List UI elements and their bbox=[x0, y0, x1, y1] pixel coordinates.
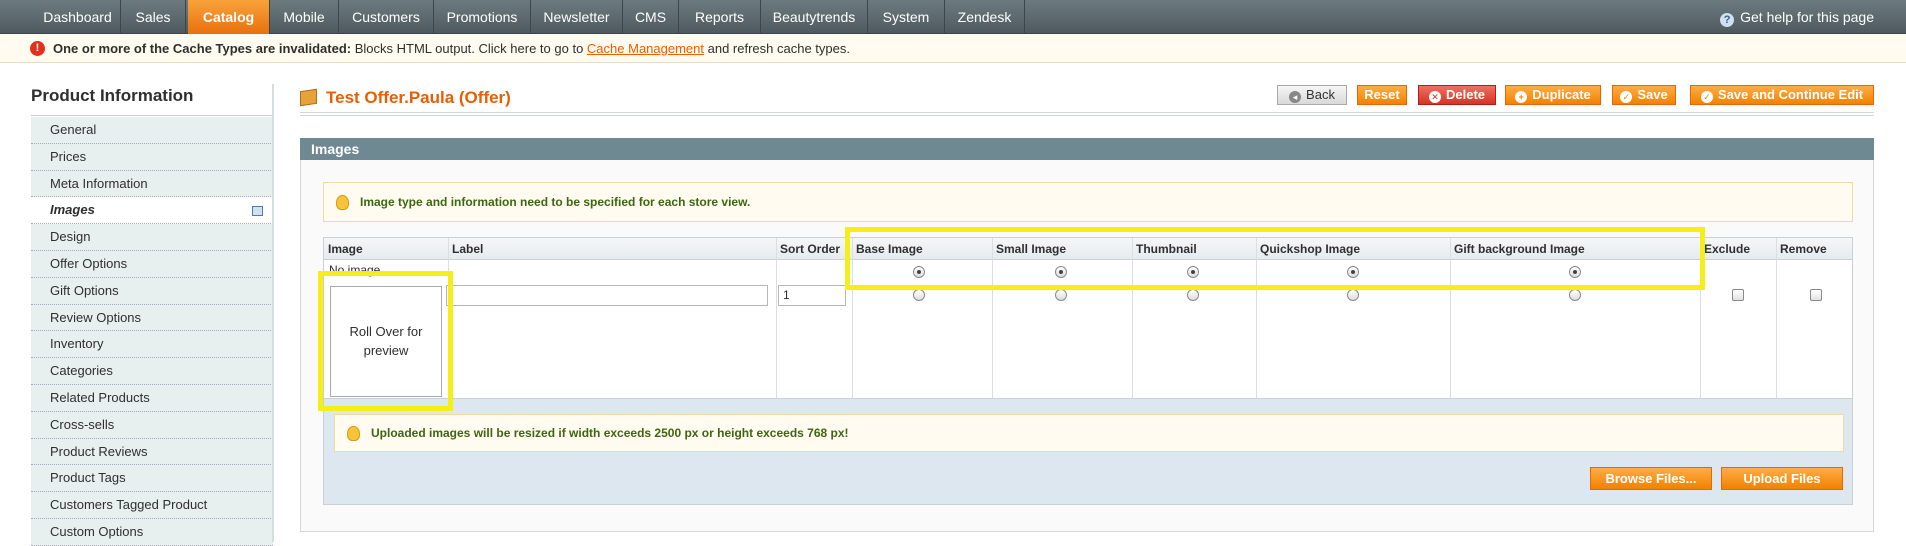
changed-icon bbox=[252, 206, 263, 217]
tab-general[interactable]: General bbox=[31, 117, 273, 144]
image-quickshop-radio[interactable] bbox=[1347, 289, 1359, 301]
tab-related-products[interactable]: Related Products bbox=[31, 384, 273, 412]
nav-catalog[interactable]: Catalog bbox=[188, 0, 270, 34]
uploader-panel: Uploaded images will be resized if width… bbox=[323, 399, 1853, 505]
save-label: Save bbox=[1637, 87, 1668, 102]
tab-cross-sells[interactable]: Cross-sells bbox=[31, 411, 273, 439]
reset-button[interactable]: Reset bbox=[1357, 85, 1407, 105]
upload-files-button[interactable]: Upload Files bbox=[1721, 467, 1843, 490]
image-label-input[interactable] bbox=[446, 285, 768, 306]
column-divider bbox=[776, 238, 777, 398]
check-icon: ✓ bbox=[1620, 91, 1633, 103]
cache-management-link[interactable]: Cache Management bbox=[587, 41, 704, 56]
tab-images-label: Images bbox=[50, 202, 95, 218]
notice-text: Image type and information need to be sp… bbox=[360, 195, 751, 209]
duplicate-button[interactable]: + Duplicate bbox=[1505, 85, 1601, 105]
product-box-icon bbox=[300, 88, 317, 107]
help-label: Get help for this page bbox=[1740, 9, 1874, 25]
image-gift-radio[interactable] bbox=[1569, 289, 1581, 301]
col-sort-order: Sort Order bbox=[776, 238, 852, 260]
section-header: Images bbox=[300, 138, 1874, 160]
browse-files-button[interactable]: Browse Files... bbox=[1590, 467, 1712, 490]
column-divider bbox=[1776, 238, 1777, 398]
col-exclude: Exclude bbox=[1700, 238, 1776, 260]
nav-sales[interactable]: Sales bbox=[121, 0, 186, 34]
nav-customers[interactable]: Customers bbox=[339, 0, 434, 34]
error-icon: ! bbox=[30, 41, 45, 56]
nav-promotions[interactable]: Promotions bbox=[434, 0, 531, 34]
nav-cms[interactable]: CMS bbox=[623, 0, 679, 34]
back-button[interactable]: ◂ Back bbox=[1277, 85, 1347, 105]
system-message: ! One or more of the Cache Types are inv… bbox=[0, 34, 1906, 63]
delete-button[interactable]: ✕ Delete bbox=[1418, 85, 1496, 105]
tab-images[interactable]: Images bbox=[31, 197, 273, 225]
store-view-notice: Image type and information need to be sp… bbox=[323, 182, 1853, 222]
sidebar-edge bbox=[272, 84, 274, 542]
sort-order-input[interactable]: 1 bbox=[778, 285, 846, 306]
header-divider bbox=[300, 112, 1874, 116]
lightbulb-icon bbox=[347, 426, 360, 441]
tab-product-reviews[interactable]: Product Reviews bbox=[31, 438, 273, 466]
tab-offer-options[interactable]: Offer Options bbox=[31, 250, 273, 278]
col-image: Image bbox=[324, 238, 448, 260]
lightbulb-icon bbox=[336, 195, 349, 210]
nav-beautytrends[interactable]: Beautytrends bbox=[761, 0, 868, 34]
help-icon: ? bbox=[1720, 13, 1735, 27]
tab-customers-tagged-product[interactable]: Customers Tagged Product bbox=[31, 492, 273, 519]
radio-highlight-box bbox=[845, 227, 1705, 290]
exclude-checkbox[interactable] bbox=[1732, 289, 1744, 301]
save-button[interactable]: ✓ Save bbox=[1612, 85, 1676, 105]
save-continue-label: Save and Continue Edit bbox=[1717, 87, 1864, 102]
nav-zendesk[interactable]: Zendesk bbox=[945, 0, 1025, 34]
col-label: Label bbox=[448, 238, 776, 260]
page-title: Test Offer.Paula (Offer) bbox=[326, 88, 511, 107]
delete-label: Delete bbox=[1445, 87, 1486, 102]
tab-review-options[interactable]: Review Options bbox=[31, 304, 273, 332]
image-thumbnail-radio[interactable] bbox=[1187, 289, 1199, 301]
resize-notice-text: Uploaded images will be resized if width… bbox=[371, 426, 849, 440]
tab-product-tags[interactable]: Product Tags bbox=[31, 465, 273, 493]
save-continue-button[interactable]: ✓ Save and Continue Edit bbox=[1690, 85, 1874, 105]
message-tail: and refresh cache types. bbox=[704, 41, 850, 56]
duplicate-label: Duplicate bbox=[1532, 87, 1591, 102]
message-body: Blocks HTML output. Click here to go to bbox=[351, 41, 587, 56]
tab-categories[interactable]: Categories bbox=[31, 358, 273, 385]
back-label: Back bbox=[1306, 87, 1335, 102]
nav-mobile[interactable]: Mobile bbox=[270, 0, 339, 34]
sidebar-divider bbox=[31, 115, 273, 116]
sidebar-tabs: General Prices Meta Information Images D… bbox=[31, 117, 273, 546]
delete-icon: ✕ bbox=[1428, 91, 1441, 103]
tab-design[interactable]: Design bbox=[31, 224, 273, 251]
nav-dashboard[interactable]: Dashboard bbox=[35, 0, 121, 34]
check-icon: ✓ bbox=[1700, 91, 1713, 103]
plus-icon: + bbox=[1515, 91, 1528, 103]
top-navigation: Dashboard Sales Catalog Mobile Customers… bbox=[0, 0, 1906, 34]
col-remove: Remove bbox=[1776, 238, 1852, 260]
resize-notice: Uploaded images will be resized if width… bbox=[334, 414, 1844, 452]
image-base-radio[interactable] bbox=[913, 289, 925, 301]
tab-prices[interactable]: Prices bbox=[31, 143, 273, 171]
nav-reports[interactable]: Reports bbox=[679, 0, 761, 34]
nav-newsletter[interactable]: Newsletter bbox=[531, 0, 623, 34]
message-text: One or more of the Cache Types are inval… bbox=[53, 34, 850, 63]
tab-gift-options[interactable]: Gift Options bbox=[31, 277, 273, 305]
image-small-radio[interactable] bbox=[1055, 289, 1067, 301]
message-bold: One or more of the Cache Types are inval… bbox=[53, 41, 352, 56]
remove-checkbox[interactable] bbox=[1810, 289, 1822, 301]
nav-system[interactable]: System bbox=[868, 0, 945, 34]
sidebar-title: Product Information bbox=[31, 86, 194, 105]
tab-inventory[interactable]: Inventory bbox=[31, 331, 273, 359]
back-icon: ◂ bbox=[1289, 91, 1302, 103]
image-highlight-box bbox=[318, 271, 453, 411]
help-link[interactable]: ? Get help for this page bbox=[1720, 0, 1874, 34]
tab-meta-information[interactable]: Meta Information bbox=[31, 170, 273, 198]
